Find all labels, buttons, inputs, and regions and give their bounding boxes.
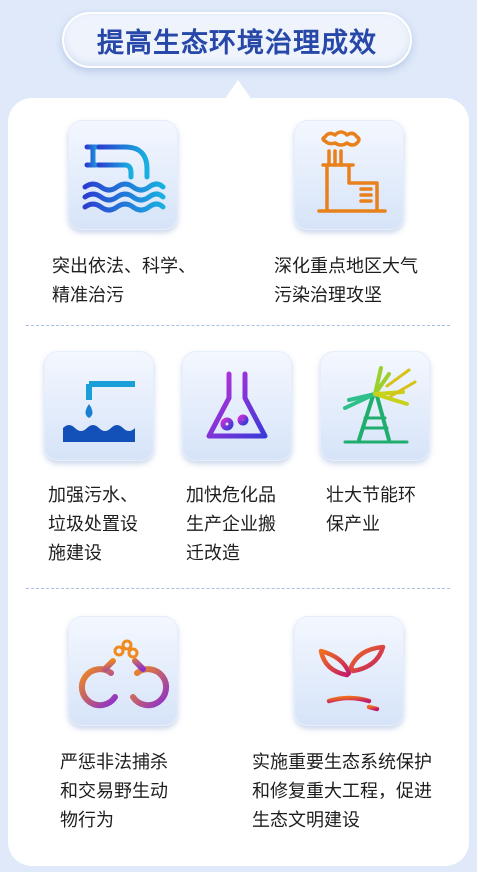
- row-divider: [26, 325, 450, 326]
- row-divider: [26, 588, 450, 589]
- item-label: 深化重点地区大气 污染治理攻坚: [274, 256, 418, 306]
- item-label: 严惩非法捕杀 和交易野生动 物行为: [60, 752, 168, 831]
- item-label: 加强污水、 垃圾处置设 施建设: [48, 485, 138, 564]
- item-label: 壮大节能环 保产业: [326, 485, 416, 535]
- chemical-flask-icon: [182, 351, 292, 461]
- page-title: 提高生态环境治理成效: [62, 12, 412, 68]
- panel-pointer: [224, 80, 252, 100]
- item-label: 突出依法、科学、 精准治污: [52, 256, 196, 306]
- pipe-water-icon: [68, 120, 178, 230]
- faucet-drop-icon: [44, 351, 154, 461]
- sprout-icon: [294, 616, 404, 726]
- item-label: 加快危化品 生产企业搬 迁改造: [186, 485, 276, 564]
- item-label: 实施重要生态系统保护 和修复重大工程，促进 生态文明建设: [252, 752, 432, 831]
- handcuffs-icon: [68, 616, 178, 726]
- factory-smoke-icon: [294, 120, 404, 230]
- wind-turbine-icon: [320, 351, 430, 461]
